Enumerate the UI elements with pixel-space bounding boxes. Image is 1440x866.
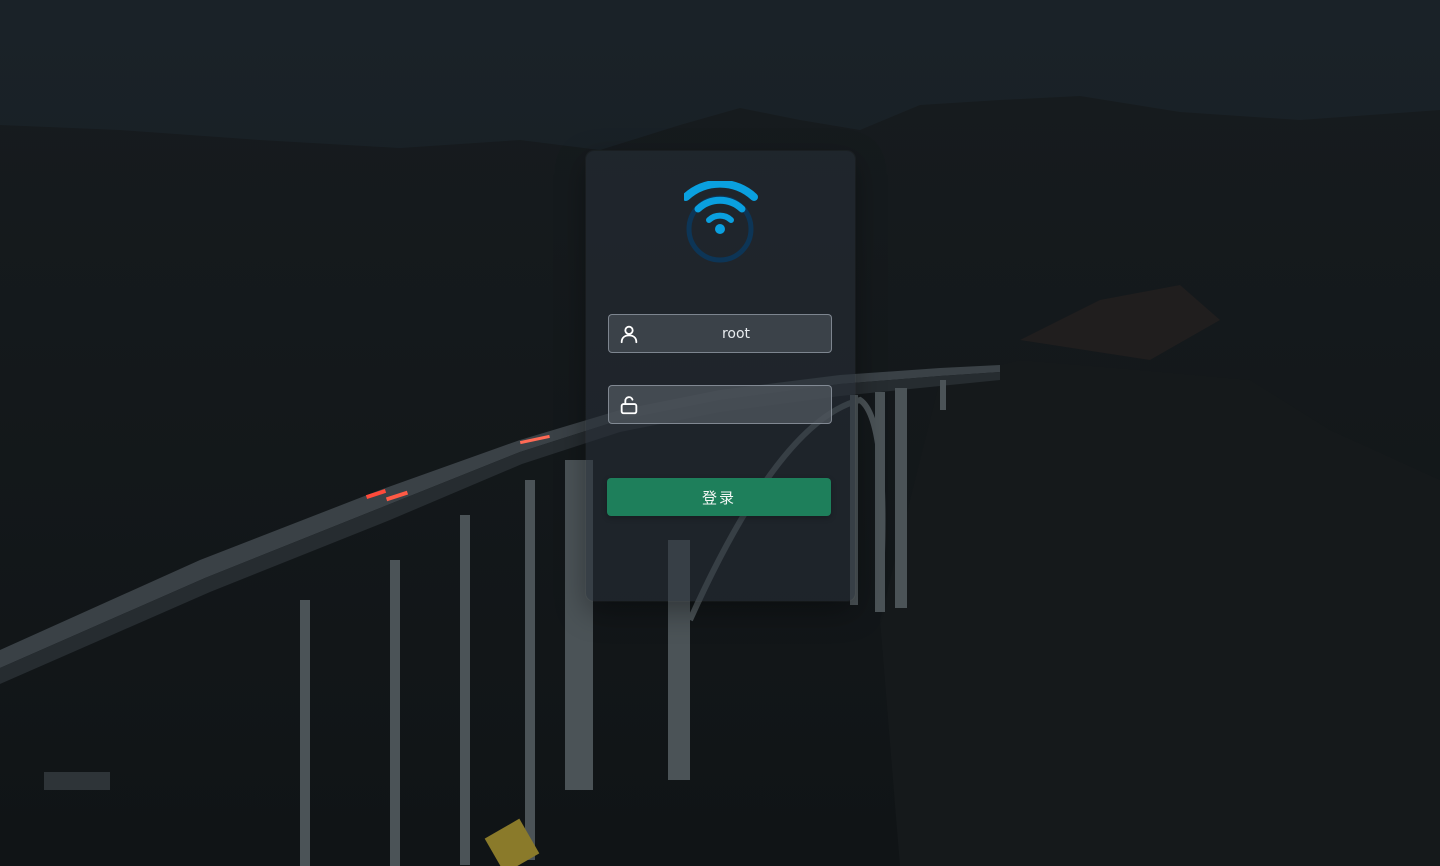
username-field[interactable] — [608, 314, 863, 353]
unlock-icon — [609, 386, 649, 423]
logo — [682, 179, 758, 265]
user-icon — [609, 315, 649, 352]
login-button[interactable]: 登录 — [607, 478, 831, 516]
password-input[interactable] — [649, 386, 863, 423]
password-field[interactable] — [608, 385, 863, 424]
login-card: 登录 — [586, 151, 863, 601]
username-input[interactable] — [649, 315, 863, 352]
wifi-icon — [682, 179, 758, 263]
